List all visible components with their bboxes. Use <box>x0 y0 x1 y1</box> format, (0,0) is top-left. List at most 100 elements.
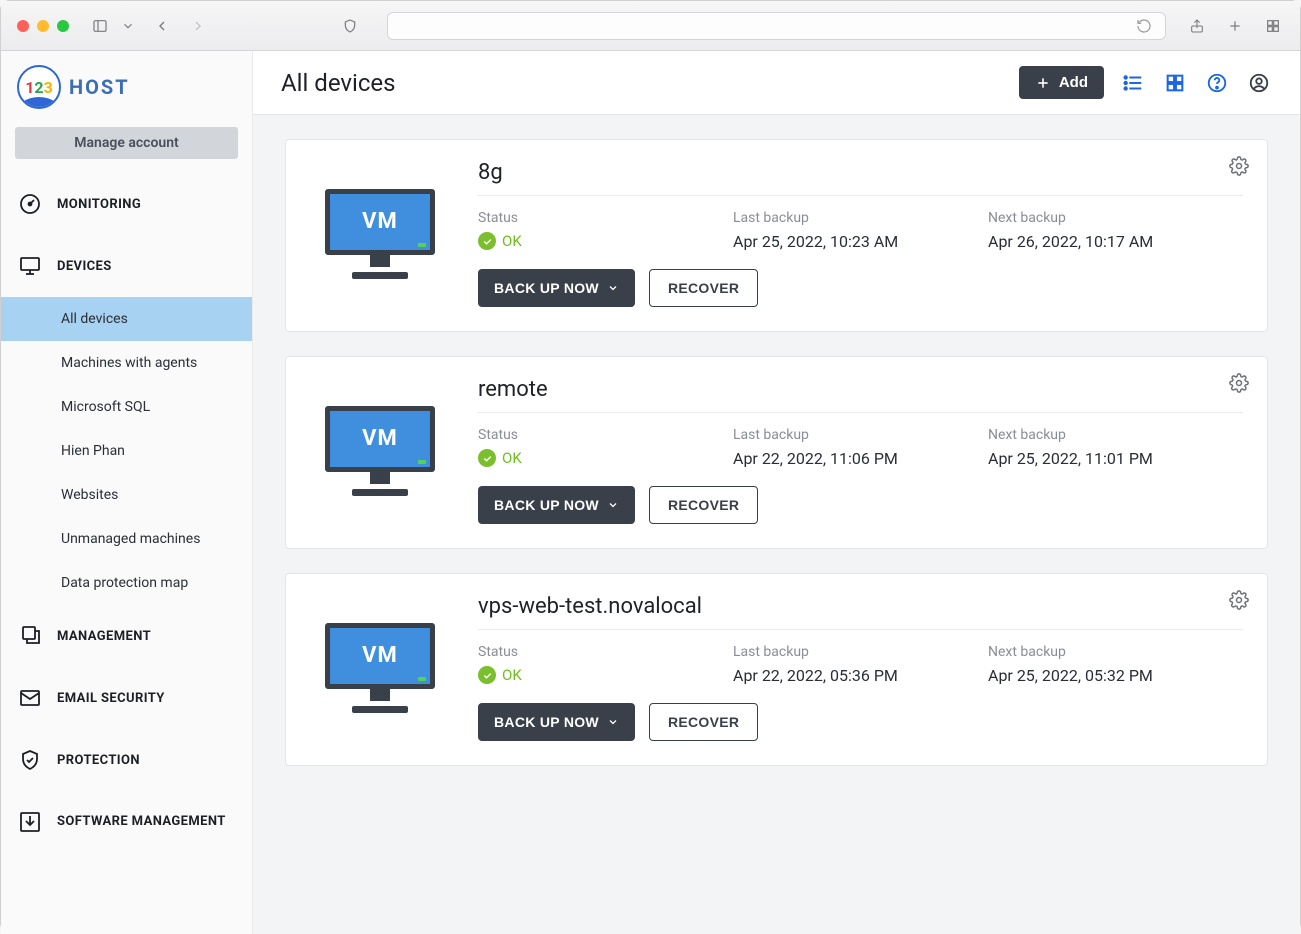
vm-badge: VM <box>325 623 435 689</box>
device-name: vps-web-test.novalocal <box>478 594 1243 630</box>
next-backup-value: Apr 26, 2022, 10:17 AM <box>988 232 1243 251</box>
add-button[interactable]: Add <box>1019 66 1104 99</box>
sidebar: 123 HOST Manage account MONITORING DEVIC… <box>1 51 253 934</box>
devices-subnav: All devices Machines with agents Microso… <box>1 297 252 605</box>
chevron-down-icon[interactable] <box>121 15 135 37</box>
nav-label: DEVICES <box>57 259 112 274</box>
list-view-icon[interactable] <box>1120 70 1146 96</box>
nav-label: MONITORING <box>57 197 141 212</box>
add-button-label: Add <box>1059 74 1088 91</box>
logo-badge: 123 <box>17 65 61 109</box>
status-label: Status <box>478 210 733 226</box>
subnav-data-protection-map[interactable]: Data protection map <box>1 561 252 605</box>
account-icon[interactable] <box>1246 70 1272 96</box>
share-icon[interactable] <box>1186 15 1208 37</box>
next-backup-value: Apr 25, 2022, 11:01 PM <box>988 449 1243 468</box>
device-thumbnail: VM <box>310 594 450 741</box>
gear-icon[interactable] <box>1229 373 1249 397</box>
nav-label: EMAIL SECURITY <box>57 691 165 706</box>
recover-button[interactable]: RECOVER <box>649 269 758 307</box>
shield-check-icon <box>17 747 43 773</box>
window-controls <box>17 20 69 32</box>
address-bar[interactable] <box>387 12 1166 40</box>
recover-button[interactable]: RECOVER <box>649 486 758 524</box>
stack-icon <box>17 623 43 649</box>
next-backup-value: Apr 25, 2022, 05:32 PM <box>988 666 1243 685</box>
plus-icon <box>1035 75 1051 91</box>
grid-view-icon[interactable] <box>1162 70 1188 96</box>
subnav-microsoft-sql[interactable]: Microsoft SQL <box>1 385 252 429</box>
nav-monitoring[interactable]: MONITORING <box>1 173 252 235</box>
subnav-all-devices[interactable]: All devices <box>1 297 252 341</box>
back-icon[interactable] <box>151 15 173 37</box>
topbar: All devices Add <box>253 51 1300 115</box>
gear-icon[interactable] <box>1229 590 1249 614</box>
nav-label: SOFTWARE MANAGEMENT <box>57 814 226 830</box>
nav-email-security[interactable]: EMAIL SECURITY <box>1 667 252 729</box>
nav-label: MANAGEMENT <box>57 629 151 644</box>
nav-devices[interactable]: DEVICES <box>1 235 252 297</box>
last-backup-label: Last backup <box>733 427 988 443</box>
device-card[interactable]: VM vps-web-test.novalocal Status OK <box>285 573 1268 766</box>
monitor-icon <box>17 253 43 279</box>
status-value: OK <box>478 449 733 467</box>
next-backup-label: Next backup <box>988 644 1243 660</box>
backup-now-button[interactable]: BACK UP NOW <box>478 486 635 524</box>
browser-chrome <box>1 1 1300 51</box>
device-card[interactable]: VM remote Status OK <box>285 356 1268 549</box>
sidebar-toggle-icon[interactable] <box>89 15 111 37</box>
gear-icon[interactable] <box>1229 156 1249 180</box>
status-label: Status <box>478 644 733 660</box>
backup-now-button[interactable]: BACK UP NOW <box>478 269 635 307</box>
device-card[interactable]: VM 8g Status OK <box>285 139 1268 332</box>
vm-badge: VM <box>325 189 435 255</box>
recover-button[interactable]: RECOVER <box>649 703 758 741</box>
next-backup-label: Next backup <box>988 427 1243 443</box>
help-icon[interactable] <box>1204 70 1230 96</box>
subnav-machines-agents[interactable]: Machines with agents <box>1 341 252 385</box>
nav-label: PROTECTION <box>57 753 140 768</box>
tab-overview-icon[interactable] <box>1262 15 1284 37</box>
subnav-hien-phan[interactable]: Hien Phan <box>1 429 252 473</box>
subnav-unmanaged[interactable]: Unmanaged machines <box>1 517 252 561</box>
brand-logo: 123 HOST <box>1 51 252 119</box>
main-panel: All devices Add VM 8g <box>253 51 1300 934</box>
gauge-icon <box>17 191 43 217</box>
close-window[interactable] <box>17 20 29 32</box>
next-backup-label: Next backup <box>988 210 1243 226</box>
minimize-window[interactable] <box>37 20 49 32</box>
new-tab-icon[interactable] <box>1224 15 1246 37</box>
last-backup-label: Last backup <box>733 644 988 660</box>
device-thumbnail: VM <box>310 377 450 524</box>
brand-name: HOST <box>69 75 130 99</box>
nav-protection[interactable]: PROTECTION <box>1 729 252 791</box>
device-list: VM 8g Status OK <box>253 115 1300 790</box>
status-value: OK <box>478 232 733 250</box>
vm-badge: VM <box>325 406 435 472</box>
forward-icon[interactable] <box>187 15 209 37</box>
last-backup-label: Last backup <box>733 210 988 226</box>
subnav-websites[interactable]: Websites <box>1 473 252 517</box>
device-thumbnail: VM <box>310 160 450 307</box>
nav-management[interactable]: MANAGEMENT <box>1 605 252 667</box>
nav-software-management[interactable]: SOFTWARE MANAGEMENT <box>1 791 252 853</box>
device-name: remote <box>478 377 1243 413</box>
page-title: All devices <box>281 69 1003 97</box>
tracking-shield-icon[interactable] <box>339 15 361 37</box>
maximize-window[interactable] <box>57 20 69 32</box>
check-circle-icon <box>478 232 496 250</box>
check-circle-icon <box>478 449 496 467</box>
manage-account-button[interactable]: Manage account <box>15 127 238 159</box>
chevron-down-icon <box>607 282 619 294</box>
chevron-down-icon <box>607 499 619 511</box>
status-value: OK <box>478 666 733 684</box>
reload-icon[interactable] <box>1133 15 1155 37</box>
mail-icon <box>17 685 43 711</box>
device-name: 8g <box>478 160 1243 196</box>
check-circle-icon <box>478 666 496 684</box>
status-label: Status <box>478 427 733 443</box>
backup-now-button[interactable]: BACK UP NOW <box>478 703 635 741</box>
download-box-icon <box>17 809 43 835</box>
chevron-down-icon <box>607 716 619 728</box>
last-backup-value: Apr 22, 2022, 05:36 PM <box>733 666 988 685</box>
